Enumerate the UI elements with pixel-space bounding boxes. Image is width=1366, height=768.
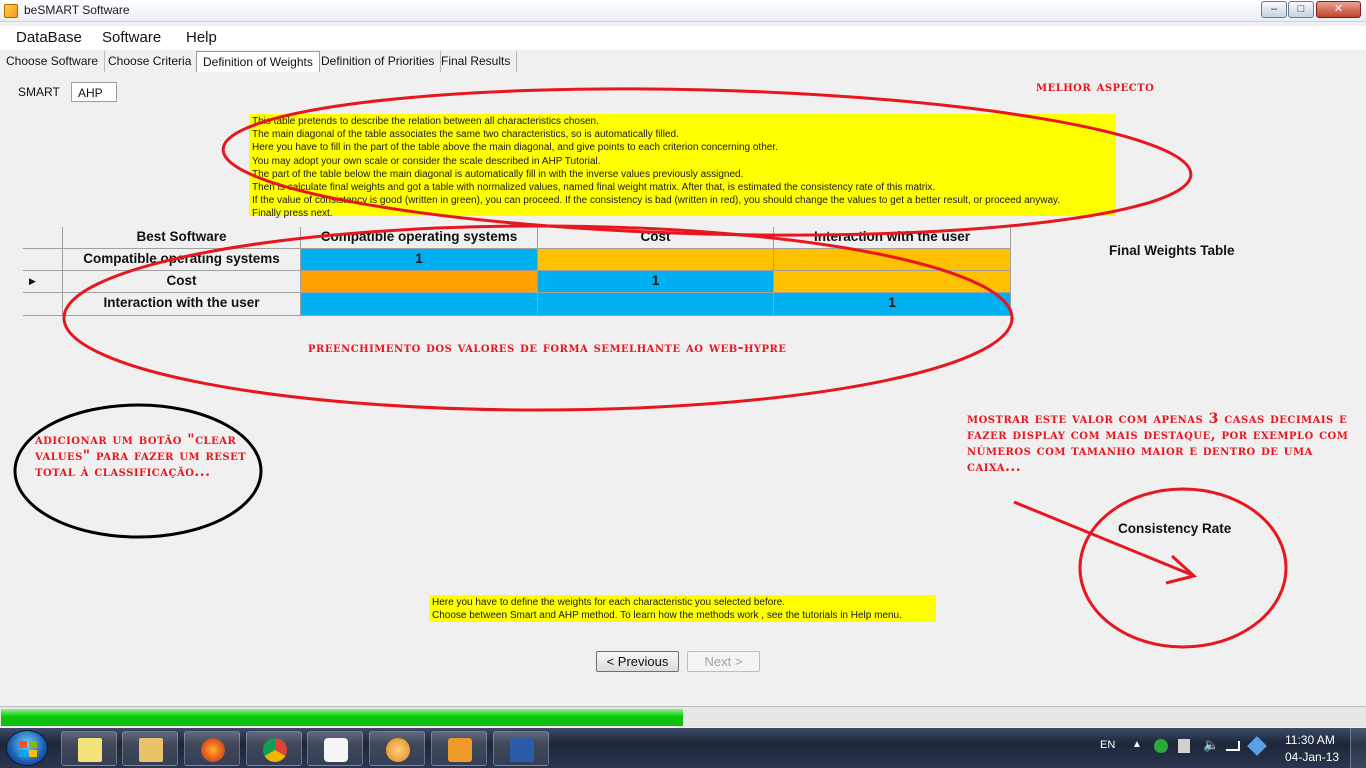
language-indicator[interactable]: EN — [1100, 739, 1115, 768]
menu-help[interactable]: Help — [186, 29, 217, 46]
help-box: Here you have to define the weights for … — [429, 595, 936, 622]
column-header[interactable]: Cost — [538, 227, 774, 249]
title-bar: beSMART Software – □ ✕ — [0, 0, 1366, 22]
instruction-line: The part of the table below the main dia… — [252, 168, 744, 180]
windows-logo-icon — [19, 741, 37, 757]
tab-smart[interactable]: SMART — [12, 82, 66, 102]
instruction-line: Finally press next. — [252, 208, 333, 220]
tray-expand-icon[interactable]: ▲ — [1132, 739, 1142, 768]
tab-definition-of-priorities[interactable]: Definition of Priorities — [315, 51, 442, 72]
taskbar-app-orange-icon[interactable] — [369, 731, 425, 766]
progress-bar — [0, 706, 1366, 727]
row-header: Compatible operating systems — [63, 249, 301, 271]
matrix-cell[interactable]: 1 — [538, 271, 774, 293]
instruction-line: Then is calculate final weights and got … — [252, 182, 936, 194]
matrix-cell[interactable] — [774, 249, 1011, 271]
matrix-cell[interactable] — [538, 249, 774, 271]
annotation-arrow — [1013, 500, 1193, 577]
matrix-cell[interactable] — [301, 271, 538, 293]
instructions-box: This table pretends to describe the rela… — [249, 114, 1116, 219]
matrix-cell[interactable] — [538, 293, 774, 316]
window-title: beSMART Software — [24, 3, 130, 17]
column-header[interactable]: Interaction with the user — [774, 227, 1011, 249]
row-header: Cost — [63, 271, 301, 293]
help-line: Choose between Smart and AHP method. To … — [432, 610, 902, 622]
matrix-cell[interactable]: 1 — [774, 293, 1011, 316]
show-desktop-button[interactable] — [1350, 728, 1366, 768]
main-tabs: Choose Software Choose Criteria Definiti… — [0, 50, 1366, 72]
utorrent-tray-icon[interactable] — [1154, 739, 1168, 753]
menu-software[interactable]: Software — [102, 29, 161, 46]
annotation-clear-values: adicionar um botão "clear values" para f… — [35, 432, 247, 480]
pairwise-matrix: Best Software Compatible operating syste… — [23, 227, 1011, 316]
row-selector[interactable]: ▶ — [23, 271, 63, 293]
taskbar-notes-icon[interactable] — [61, 731, 117, 766]
start-button[interactable] — [6, 730, 48, 766]
column-header-corner: Best Software — [63, 227, 301, 249]
menu-database[interactable]: DataBase — [16, 29, 82, 46]
instruction-line: You may adopt your own scale or consider… — [252, 155, 601, 167]
instruction-line: This table pretends to describe the rela… — [252, 116, 599, 127]
help-line: Here you have to define the weights for … — [432, 597, 785, 608]
close-button[interactable]: ✕ — [1316, 1, 1361, 18]
annotation-consistency: mostrar este valor com apenas 3 casas de… — [967, 411, 1349, 475]
matrix-cell[interactable] — [301, 293, 538, 316]
row-header: Interaction with the user — [63, 293, 301, 316]
grid-corner — [23, 227, 63, 249]
tab-definition-of-weights[interactable]: Definition of Weights — [196, 51, 320, 72]
next-button[interactable]: Next > — [687, 651, 760, 672]
annotation-melhor-aspecto: melhor aspecto — [1036, 79, 1155, 95]
minimize-button[interactable]: – — [1261, 1, 1287, 18]
taskbar-chrome-icon[interactable] — [246, 731, 302, 766]
safely-remove-icon[interactable] — [1178, 739, 1190, 753]
consistency-rate-label: Consistency Rate — [1118, 521, 1232, 536]
tab-choose-software[interactable]: Choose Software — [0, 51, 106, 72]
final-weights-label: Final Weights Table — [1109, 243, 1235, 258]
taskbar: EN ▲ 🔈 11:30 AM 04-Jan-13 — [0, 728, 1366, 768]
annotation-ellipse — [1078, 487, 1288, 649]
previous-button[interactable]: < Previous — [596, 651, 679, 672]
annotation-preenchimento: preenchimento dos valores de forma semel… — [308, 340, 787, 356]
tab-choose-criteria[interactable]: Choose Criteria — [102, 51, 199, 72]
taskbar-word-icon[interactable] — [493, 731, 549, 766]
app-icon — [4, 4, 18, 18]
taskbar-folder-icon[interactable] — [122, 731, 178, 766]
column-header[interactable]: Compatible operating systems — [301, 227, 538, 249]
instruction-line: If the value of consistency is good (wri… — [252, 195, 1061, 207]
annotation-arrowhead — [1165, 554, 1198, 585]
volume-icon[interactable]: 🔈 — [1203, 737, 1219, 768]
dropbox-tray-icon[interactable] — [1247, 736, 1267, 756]
matrix-cell[interactable]: 1 — [301, 249, 538, 271]
tab-ahp[interactable]: AHP — [71, 82, 117, 102]
instruction-line: Here you have to fill in the part of the… — [252, 142, 778, 154]
progress-fill — [1, 709, 683, 726]
row-selector[interactable] — [23, 249, 63, 271]
row-selector[interactable] — [23, 293, 63, 316]
instruction-line: The main diagonal of the table associate… — [252, 129, 679, 141]
clock-date[interactable]: 04-Jan-13 — [1285, 750, 1339, 768]
tab-final-results[interactable]: Final Results — [435, 51, 518, 72]
taskbar-firefox-icon[interactable] — [184, 731, 240, 766]
taskbar-media-player-icon[interactable] — [431, 731, 487, 766]
matrix-cell[interactable] — [774, 271, 1011, 293]
network-icon[interactable] — [1226, 741, 1240, 751]
maximize-button[interactable]: □ — [1288, 1, 1314, 18]
menu-bar: DataBase Software Help — [0, 26, 1366, 50]
taskbar-foobar-icon[interactable] — [307, 731, 363, 766]
